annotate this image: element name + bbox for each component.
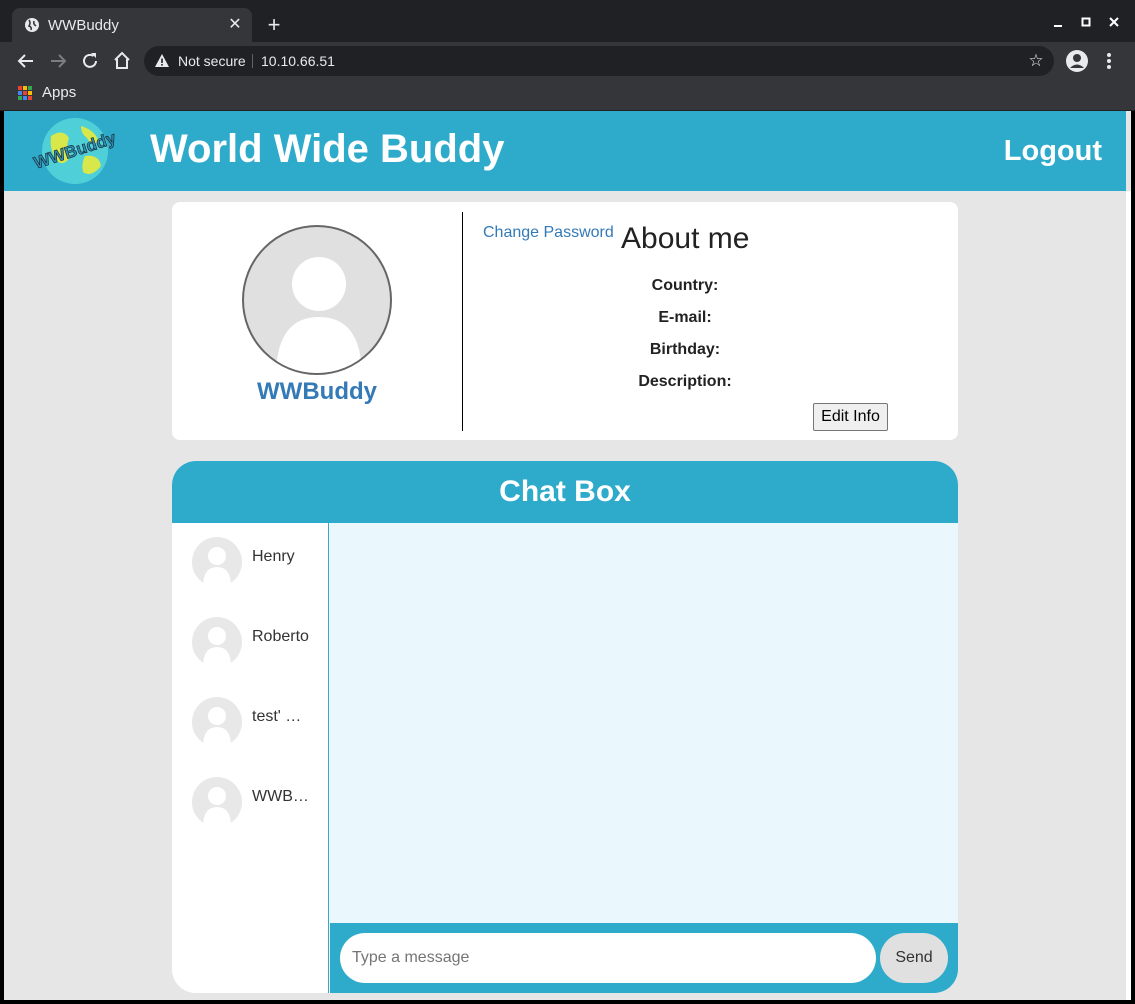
- new-tab-icon[interactable]: +: [262, 13, 286, 37]
- contact-avatar: [192, 697, 242, 747]
- home-icon[interactable]: [110, 49, 134, 73]
- scrollbar[interactable]: [1126, 191, 1131, 1000]
- logout-link[interactable]: Logout: [1004, 135, 1102, 168]
- contact-name: Henry: [252, 548, 295, 565]
- site-title: World Wide Buddy: [150, 127, 505, 171]
- warning-icon[interactable]: [154, 53, 170, 69]
- contact-name: WWBuddy: [252, 788, 312, 805]
- birthday-label: Birthday:: [649, 341, 721, 358]
- contact-avatar: [192, 617, 242, 667]
- address-bar[interactable]: Not secure 10.10.66.51 ☆: [144, 46, 1054, 76]
- edit-info-button[interactable]: Edit Info: [813, 403, 888, 431]
- profile-icon[interactable]: [1065, 49, 1089, 73]
- bookmarks-bar: Apps: [0, 80, 1135, 111]
- chat-title: Chat Box: [499, 475, 631, 508]
- profile-card: WWBuddy Change Password About me Country…: [172, 202, 958, 440]
- apps-bookmark[interactable]: Apps: [42, 84, 76, 101]
- contact-item[interactable]: Henry: [192, 537, 322, 587]
- reload-icon[interactable]: [78, 49, 102, 73]
- contact-name: Roberto: [252, 628, 309, 645]
- site-header: WWBuddy World Wide Buddy Logout: [4, 111, 1126, 191]
- menu-dots-icon[interactable]: [1097, 49, 1121, 73]
- about-me-heading: About me: [621, 222, 750, 255]
- user-silhouette-icon: [203, 627, 231, 667]
- contact-avatar: [192, 537, 242, 587]
- contact-item[interactable]: WWBuddy: [192, 777, 322, 827]
- apps-grid-icon[interactable]: [18, 86, 32, 100]
- user-silhouette-icon: [276, 257, 362, 373]
- page-viewport: WWBuddy World Wide Buddy Logout WWBuddy …: [4, 111, 1131, 1000]
- profile-username: WWBuddy: [257, 378, 377, 405]
- message-input[interactable]: [340, 933, 876, 983]
- maximize-icon[interactable]: [1076, 12, 1096, 32]
- close-window-icon[interactable]: [1104, 12, 1124, 32]
- minimize-icon[interactable]: [1048, 12, 1068, 32]
- profile-divider: [462, 212, 463, 431]
- browser-toolbar: Not secure 10.10.66.51 ☆: [0, 42, 1135, 80]
- contact-item[interactable]: test' OR 1=1: [192, 697, 322, 747]
- message-area: [330, 523, 958, 923]
- tab-title: WWBuddy: [48, 17, 119, 34]
- description-label: Description:: [638, 373, 732, 390]
- back-icon[interactable]: [14, 49, 38, 73]
- email-label: E-mail:: [658, 309, 712, 326]
- contact-item[interactable]: Roberto: [192, 617, 322, 667]
- browser-chrome: WWBuddy ✕ + Not secure 10.10.66.51 ☆ App…: [0, 0, 1135, 111]
- chat-box: Chat Box Henry Roberto test' OR WWBud Ty…: [172, 461, 958, 993]
- send-button[interactable]: Send: [880, 933, 948, 983]
- omnibox-separator: [252, 54, 253, 68]
- country-label: Country:: [651, 277, 719, 294]
- contact-name: test' OR 1=1: [252, 708, 312, 725]
- user-silhouette-icon: [203, 707, 231, 747]
- close-tab-icon[interactable]: ✕: [226, 16, 244, 34]
- user-silhouette-icon: [203, 787, 231, 827]
- globe-icon: [25, 18, 39, 32]
- change-password-link[interactable]: Change Password: [483, 224, 614, 242]
- security-label[interactable]: Not secure: [178, 53, 246, 69]
- bookmark-star-icon[interactable]: ☆: [1026, 51, 1046, 71]
- user-silhouette-icon: [203, 547, 231, 587]
- wwbuddy-logo[interactable]: WWBuddy: [29, 116, 121, 186]
- chat-header: Chat Box: [172, 461, 958, 523]
- contact-list: Henry Roberto test' OR 1=1: [172, 523, 329, 993]
- forward-icon[interactable]: [46, 49, 70, 73]
- message-composer: Send: [330, 923, 958, 993]
- url-text[interactable]: 10.10.66.51: [261, 53, 335, 69]
- profile-avatar: [242, 225, 392, 375]
- tab-strip: WWBuddy ✕ +: [0, 0, 1135, 42]
- contact-avatar: [192, 777, 242, 827]
- browser-tab[interactable]: WWBuddy ✕: [12, 8, 252, 42]
